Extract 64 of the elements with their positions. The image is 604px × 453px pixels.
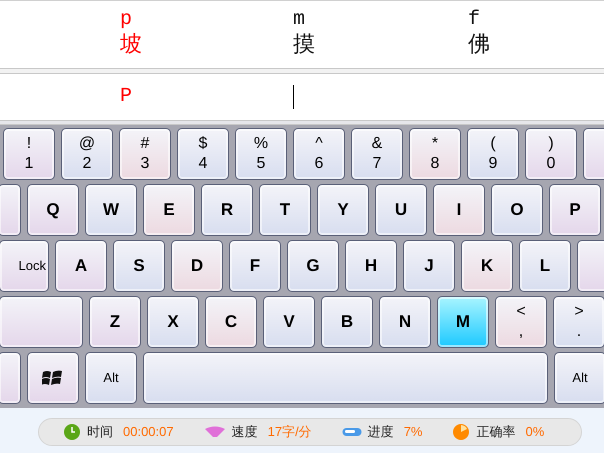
space-key[interactable] [143, 352, 548, 404]
keyboard-key[interactable]: L [519, 240, 571, 292]
keyboard-key[interactable]: > . [553, 296, 604, 348]
stat-label: 正确率 [476, 423, 516, 442]
chinese-character: 坡 [120, 31, 142, 59]
keyboard-key[interactable]: $ 4 [177, 128, 229, 180]
keyboard-key[interactable]: D [171, 240, 223, 292]
keyboard-key[interactable]: N [379, 296, 431, 348]
clock-icon [63, 423, 81, 441]
keyboard-key[interactable]: # 3 [119, 128, 171, 180]
typed-text: P [120, 84, 134, 110]
keyboard-key[interactable]: ^ 6 [293, 128, 345, 180]
keyboard-key[interactable]: U [375, 184, 427, 236]
windows-logo-icon [42, 368, 64, 388]
stat-value: 7% [404, 423, 422, 442]
keyboard-key[interactable]: G [287, 240, 339, 292]
speedometer-icon [204, 426, 226, 438]
pinyin-letter: p [120, 9, 132, 31]
chinese-character: 佛 [468, 31, 490, 59]
keyboard-key[interactable]: O [491, 184, 543, 236]
keyboard-key[interactable]: R [201, 184, 253, 236]
keyboard-key[interactable]: * 8 [409, 128, 461, 180]
keyboard-key[interactable]: B [321, 296, 373, 348]
keyboard-key[interactable]: E [143, 184, 195, 236]
keyboard-key[interactable] [27, 352, 79, 404]
keyboard-key[interactable]: @ 2 [61, 128, 113, 180]
keyboard-key[interactable]: W [85, 184, 137, 236]
keyboard-key[interactable]: ) 0 [525, 128, 577, 180]
keyboard-key[interactable]: Alt [554, 352, 604, 404]
stat-label: 速度 [232, 423, 258, 442]
stat-label: 时间 [87, 423, 113, 442]
keyboard-key[interactable]: P [549, 184, 601, 236]
keyboard-key[interactable]: I [433, 184, 485, 236]
keyboard-key[interactable]: S [113, 240, 165, 292]
progress-bar-icon [342, 427, 362, 437]
pie-chart-icon [452, 423, 470, 441]
keyboard-key[interactable]: % 5 [235, 128, 287, 180]
keyboard-key[interactable]: Q [27, 184, 79, 236]
stat-value: 0% [525, 423, 544, 442]
keyboard-key[interactable]: A [55, 240, 107, 292]
keyboard-key[interactable]: < , [495, 296, 547, 348]
keyboard-key[interactable]: Z [89, 296, 141, 348]
keyboard-key[interactable]: J [403, 240, 455, 292]
pinyin-letter: m [293, 9, 306, 31]
keyboard-key[interactable]: Y [317, 184, 369, 236]
stat-value: 17字/分 [268, 423, 312, 442]
keyboard-key[interactable]: & 7 [351, 128, 403, 180]
keyboard-key[interactable]: V [263, 296, 315, 348]
keyboard-key[interactable]: F [229, 240, 281, 292]
text-cursor [293, 85, 294, 109]
keyboard-key[interactable]: C [205, 296, 257, 348]
keyboard-key[interactable]: H [345, 240, 397, 292]
keyboard-key[interactable]: ! 1 [3, 128, 55, 180]
pinyin-letter: f [468, 9, 480, 31]
keyboard-key[interactable]: ( 9 [467, 128, 519, 180]
keyboard-key[interactable]: Lock [0, 240, 49, 292]
stat-value: 00:00:07 [123, 423, 174, 442]
keyboard-key[interactable]: K [461, 240, 513, 292]
keyboard-key[interactable]: Alt [85, 352, 137, 404]
keyboard-key[interactable]: T [259, 184, 311, 236]
chinese-character: 摸 [293, 31, 315, 59]
keyboard-key[interactable]: X [147, 296, 199, 348]
stat-label: 进度 [368, 423, 394, 442]
keyboard-key[interactable]: M [437, 296, 489, 348]
